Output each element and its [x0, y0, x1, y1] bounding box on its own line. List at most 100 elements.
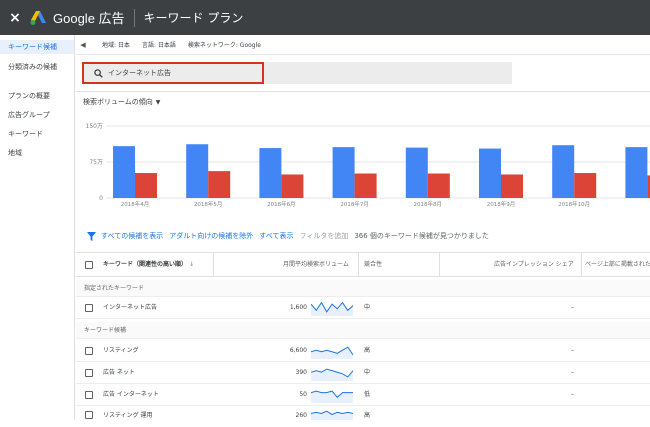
location-setting[interactable]: 地域: 日本 — [102, 40, 130, 49]
x-tick-label: 2018年4月 — [121, 200, 150, 208]
sidebar: キーワード候補 分類済みの候補 プランの概要 広告グループ キーワード 地域 — [0, 35, 75, 420]
title-divider — [133, 8, 135, 27]
filter-chip-show-all[interactable]: すべての候補を表示 — [101, 231, 163, 241]
table-row[interactable]: リスティング 6,600 高 – — [76, 341, 650, 362]
divider — [76, 91, 650, 92]
sidebar-item-keyword-ideas[interactable]: キーワード候補 — [0, 40, 74, 54]
volume-cell: 50 — [299, 391, 307, 398]
filter-show-all-link[interactable]: すべて表示 — [259, 231, 293, 241]
sidebar-item-locations[interactable]: 地域 — [0, 146, 74, 160]
y-tick-label: 150万 — [86, 123, 103, 130]
network-setting[interactable]: 検索ネットワーク: Google — [188, 40, 261, 49]
group-header-provided: 指定されたキーワード — [76, 280, 650, 297]
impression-share-cell: – — [571, 347, 574, 354]
collapse-arrow-icon[interactable]: ◀ — [76, 41, 90, 49]
row-checkbox[interactable] — [85, 304, 93, 312]
trend-sparkline — [311, 390, 353, 403]
bar-series-2[interactable] — [208, 171, 231, 198]
bar-series-2[interactable] — [281, 174, 304, 198]
column-divider — [439, 253, 440, 276]
bar-series-2[interactable] — [135, 173, 157, 198]
chart-dropdown-label: 検索ボリュームの傾向 — [83, 98, 153, 106]
sidebar-item-grouped-ideas[interactable]: 分類済みの候補 — [0, 60, 74, 74]
keyword-cell: リスティング — [103, 347, 139, 354]
impression-share-cell: – — [571, 304, 574, 311]
x-tick-label: 2018年7月 — [340, 200, 369, 208]
bar-series-2[interactable] — [501, 174, 523, 198]
table-row[interactable]: リスティング 運用 260 高 — [76, 407, 650, 420]
search-input-value: インターネット広告 — [108, 69, 171, 77]
bar-series-1[interactable] — [479, 148, 501, 198]
bar-series-1[interactable] — [113, 146, 135, 198]
row-checkbox[interactable] — [85, 369, 93, 377]
filter-icon[interactable] — [87, 231, 96, 241]
x-tick-label: 2018年5月 — [194, 200, 223, 208]
competition-cell: 高 — [364, 347, 371, 354]
competition-cell: 低 — [364, 391, 371, 398]
group-header-ideas: キーワード候補 — [76, 322, 650, 339]
bar-series-1[interactable] — [405, 147, 428, 198]
targeting-bar: ◀ 地域: 日本 言語: 日本語 検索ネットワーク: Google — [76, 35, 650, 55]
volume-cell: 390 — [295, 369, 307, 376]
column-header-keyword[interactable]: キーワード（関連性の高い順） ↓ — [103, 253, 194, 276]
column-header-volume[interactable]: 月間平均検索ボリューム — [283, 253, 349, 276]
volume-cell: 260 — [295, 412, 307, 419]
volume-cell: 1,600 — [289, 304, 307, 311]
y-tick-label: 75万 — [89, 159, 103, 166]
row-checkbox[interactable] — [85, 411, 93, 419]
column-divider — [358, 253, 359, 276]
search-icon — [94, 68, 103, 78]
bar-series-1[interactable] — [259, 148, 282, 198]
x-tick-label: 2018年9月 — [487, 200, 516, 208]
sidebar-item-keywords[interactable]: キーワード — [0, 127, 74, 141]
x-tick-label: 2018年6月 — [267, 200, 296, 208]
search-input[interactable]: インターネット広告 — [82, 62, 264, 84]
table-row[interactable]: インターネット広告 1,600 中 – — [76, 298, 650, 319]
bar-series-2[interactable] — [574, 173, 597, 198]
sidebar-item-ad-groups[interactable]: 広告グループ — [0, 108, 74, 122]
trend-sparkline — [311, 410, 353, 420]
competition-cell: 中 — [364, 304, 371, 311]
column-header-top-of-page-bid[interactable]: ページ上部に掲載された — [585, 253, 650, 276]
bar-series-2[interactable] — [427, 173, 450, 198]
trend-sparkline — [311, 346, 353, 359]
result-count: 366 個のキーワード候補が見つかりました — [354, 232, 489, 240]
filter-chip-exclude-adult[interactable]: アダルト向けの候補を除外 — [169, 231, 253, 241]
row-checkbox[interactable] — [85, 347, 93, 355]
search-volume-chart: 150万 75万 0 2018年4月 2018年5月 2018年6月 2018年7月 2018… — [86, 123, 650, 208]
sidebar-item-plan-overview[interactable]: プランの概要 — [0, 89, 74, 103]
bar-series-2[interactable] — [354, 173, 377, 198]
table-header: キーワード（関連性の高い順） ↓ 月間平均検索ボリューム 競合性 広告インプレッ… — [76, 252, 650, 277]
row-checkbox[interactable] — [85, 391, 93, 399]
table-row[interactable]: 広告 ネット 390 中 – — [76, 363, 650, 384]
y-tick-label: 0 — [99, 195, 103, 202]
x-tick-label: 2018年10月 — [558, 200, 590, 208]
impression-share-cell: – — [571, 391, 574, 398]
filter-bar: すべての候補を表示 アダルト向けの候補を除外 すべて表示 フィルタを追加 366… — [76, 228, 650, 244]
trend-sparkline — [311, 368, 353, 381]
keyword-cell: 広告 インターネット — [103, 391, 159, 398]
column-header-impression-share[interactable]: 広告インプレッション シェア — [494, 253, 574, 276]
column-header-competition[interactable]: 競合性 — [364, 253, 382, 276]
competition-cell: 高 — [364, 412, 371, 419]
sparkline-area — [311, 347, 353, 359]
chart-dropdown[interactable]: 検索ボリュームの傾向 ▼ — [83, 97, 160, 107]
volume-cell: 6,600 — [289, 347, 307, 354]
select-all-checkbox[interactable] — [85, 261, 93, 269]
bar-series-1[interactable] — [186, 144, 209, 198]
trend-sparkline — [311, 301, 353, 316]
keyword-cell: 広告 ネット — [103, 369, 135, 376]
keyword-cell: インターネット広告 — [103, 304, 158, 311]
brand-name: Google 広告 — [53, 11, 125, 26]
search-area: インターネット広告 — [82, 62, 512, 84]
sort-arrow-icon: ↓ — [189, 261, 195, 268]
close-icon[interactable]: × — [2, 10, 28, 26]
language-setting[interactable]: 言語: 日本語 — [142, 40, 176, 49]
table-row[interactable]: 広告 インターネット 50 低 – — [76, 385, 650, 406]
bar-series-1[interactable] — [625, 147, 648, 198]
bar-series-1[interactable] — [332, 147, 355, 198]
bar-series-1[interactable] — [552, 145, 575, 198]
competition-cell: 中 — [364, 369, 371, 376]
add-filter-button[interactable]: フィルタを追加 — [299, 231, 348, 241]
page-title: キーワード プラン — [143, 11, 244, 25]
